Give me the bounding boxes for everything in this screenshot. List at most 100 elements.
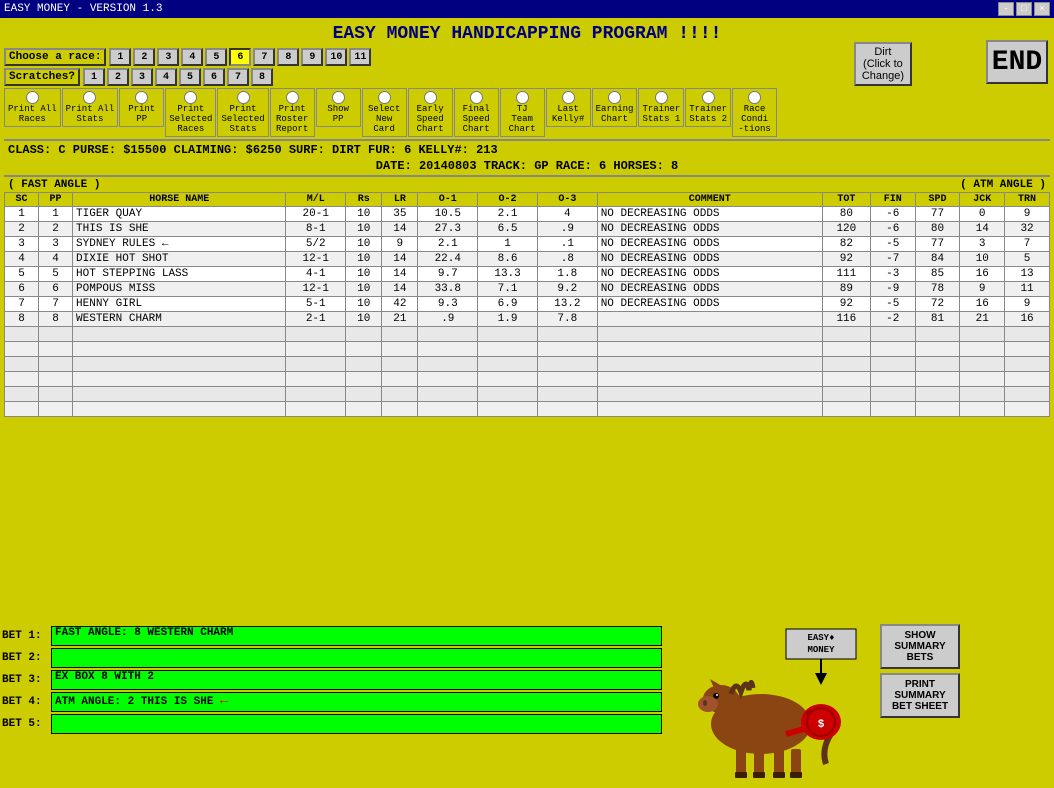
radio-select-new-card[interactable]: SelectNewCard: [362, 88, 407, 137]
radio-final-speed[interactable]: FinalSpeedChart: [454, 88, 499, 137]
end-btn[interactable]: END: [986, 40, 1048, 84]
race-btn-7[interactable]: 7: [253, 48, 275, 66]
scratch-btn-6[interactable]: 6: [203, 68, 225, 86]
table-cell: 12-1: [286, 282, 346, 297]
scratch-btn-5[interactable]: 5: [179, 68, 201, 86]
empty-cell: [1005, 357, 1050, 372]
table-cell: 2: [5, 222, 39, 237]
empty-cell: [870, 372, 915, 387]
radio-race-conditions[interactable]: RaceCondi-tions: [732, 88, 777, 137]
radio-trainer-stats1[interactable]: TrainerStats 1: [638, 88, 684, 127]
table-cell: 3: [39, 237, 73, 252]
table-cell: 78: [915, 282, 960, 297]
radio-earning[interactable]: EarningChart: [592, 88, 638, 127]
radio-print-selected-stats[interactable]: PrintSelectedStats: [217, 88, 268, 137]
empty-cell: [73, 342, 286, 357]
race-btn-3[interactable]: 3: [157, 48, 179, 66]
race-btn-9[interactable]: 9: [301, 48, 323, 66]
table-cell: 2-1: [286, 312, 346, 327]
empty-cell: [346, 402, 382, 417]
scratch-btn-7[interactable]: 7: [227, 68, 249, 86]
radio-print-roster[interactable]: PrintRosterReport: [270, 88, 315, 137]
scratch-btn-8[interactable]: 8: [251, 68, 273, 86]
dirt-change-btn[interactable]: Dirt (Click to Change): [854, 42, 912, 86]
empty-cell: [822, 342, 870, 357]
race-btn-11[interactable]: 11: [349, 48, 371, 66]
scratch-btn-2[interactable]: 2: [107, 68, 129, 86]
race-btn-10[interactable]: 10: [325, 48, 347, 66]
bet-input-1[interactable]: FAST ANGLE: 8 WESTERN CHARM: [51, 626, 662, 646]
empty-cell: [915, 402, 960, 417]
table-cell: 5-1: [286, 297, 346, 312]
radio-trainer-stats2[interactable]: TrainerStats 2: [685, 88, 731, 127]
print-summary-btn[interactable]: PRINTSUMMARYBET SHEET: [880, 673, 960, 718]
table-cell: NO DECREASING ODDS: [597, 297, 822, 312]
svg-text:$: $: [818, 719, 825, 731]
bet-input-3[interactable]: EX BOX 8 WITH 2: [51, 670, 662, 690]
bet-input-4[interactable]: ATM ANGLE: 2 THIS IS SHE ←: [51, 692, 662, 712]
table-cell: 89: [822, 282, 870, 297]
table-cell: 9: [382, 237, 418, 252]
table-cell: 42: [382, 297, 418, 312]
empty-cell: [382, 402, 418, 417]
empty-cell: [478, 357, 538, 372]
race-btn-5[interactable]: 5: [205, 48, 227, 66]
close-btn[interactable]: ×: [1034, 2, 1050, 16]
minimize-btn[interactable]: -: [998, 2, 1014, 16]
empty-cell: [286, 387, 346, 402]
scratch-btn-4[interactable]: 4: [155, 68, 177, 86]
radio-print-selected-races[interactable]: PrintSelectedRaces: [165, 88, 216, 137]
scratch-btn-1[interactable]: 1: [83, 68, 105, 86]
radio-last-kelly[interactable]: LastKelly#: [546, 88, 591, 127]
empty-cell: [1005, 342, 1050, 357]
empty-cell: [597, 342, 822, 357]
col-header-rs: Rs: [346, 193, 382, 207]
table-cell: 81: [915, 312, 960, 327]
fast-angle-header: ( FAST ANGLE ): [8, 179, 100, 191]
table-cell: NO DECREASING ODDS: [597, 207, 822, 222]
table-cell: 10: [346, 267, 382, 282]
empty-cell: [39, 387, 73, 402]
col-header-jck: JCK: [960, 193, 1005, 207]
bet-input-2[interactable]: [51, 648, 662, 668]
empty-cell: [537, 402, 597, 417]
empty-cell: [478, 387, 538, 402]
race-btn-6[interactable]: 6: [229, 48, 251, 66]
horse-area: EASY♦ MONEY: [666, 624, 1052, 784]
scratch-btn-3[interactable]: 3: [131, 68, 153, 86]
radio-early-speed[interactable]: EarlySpeedChart: [408, 88, 453, 137]
col-header-comment: COMMENT: [597, 193, 822, 207]
empty-cell: [822, 327, 870, 342]
table-cell: 10: [346, 312, 382, 327]
table-cell: 5: [5, 267, 39, 282]
empty-cell: [5, 402, 39, 417]
radio-print-all-races[interactable]: Print AllRaces: [4, 88, 61, 127]
race-btn-4[interactable]: 4: [181, 48, 203, 66]
table-cell: 21: [382, 312, 418, 327]
race-btn-2[interactable]: 2: [133, 48, 155, 66]
empty-cell: [915, 342, 960, 357]
radio-tj-team[interactable]: TJTeamChart: [500, 88, 545, 137]
table-cell: 10: [346, 237, 382, 252]
col-header-spd: SPD: [915, 193, 960, 207]
table-row: 11TIGER QUAY20-1103510.52.14NO DECREASIN…: [5, 207, 1050, 222]
show-summary-bets-btn[interactable]: SHOWSUMMARYBETS: [880, 624, 960, 669]
empty-cell: [286, 372, 346, 387]
race-btn-1[interactable]: 1: [109, 48, 131, 66]
radio-print-pp[interactable]: PrintPP: [119, 88, 164, 127]
table-cell: 16: [960, 297, 1005, 312]
radio-print-all-stats[interactable]: Print AllStats: [62, 88, 119, 127]
radio-show-pp[interactable]: ShowPP: [316, 88, 361, 127]
window-controls[interactable]: - □ ×: [998, 2, 1050, 16]
table-cell: 10: [346, 207, 382, 222]
empty-cell: [346, 372, 382, 387]
empty-cell: [346, 357, 382, 372]
empty-cell: [73, 372, 286, 387]
bet-input-5[interactable]: [51, 714, 662, 734]
table-cell: 14: [382, 282, 418, 297]
table-cell: 12-1: [286, 252, 346, 267]
empty-cell: [5, 342, 39, 357]
table-cell: -5: [870, 237, 915, 252]
maximize-btn[interactable]: □: [1016, 2, 1032, 16]
race-btn-8[interactable]: 8: [277, 48, 299, 66]
